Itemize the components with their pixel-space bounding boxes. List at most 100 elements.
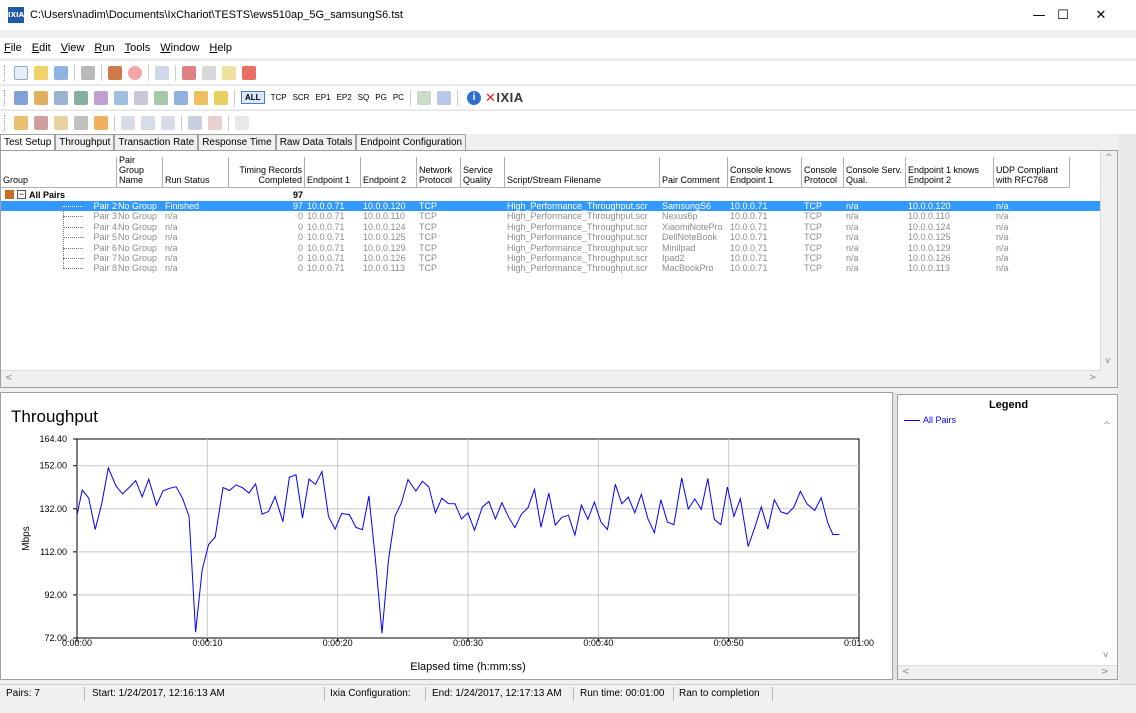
save-icon[interactable] [54,65,68,80]
table-row[interactable]: Pair 6 No Group n/a 0 10.0.0.71 10.0.0.129 TCP… [1,242,1117,253]
run-icon[interactable] [108,65,122,80]
toolbar-grip[interactable] [4,114,7,131]
legend-scroll-down-arrow[interactable]: v [1103,650,1108,660]
menu-view[interactable]: View [61,42,85,54]
print-icon[interactable] [81,65,95,80]
group-row-all-pairs[interactable]: − All Pairs 97 [1,190,1117,200]
col-pair-group-name[interactable]: Pair Group Name [117,155,163,188]
col-run-status[interactable]: Run Status [163,157,229,188]
filter-all-button[interactable]: ALL [241,91,265,104]
tab-raw-data-totals[interactable]: Raw Data Totals [275,134,357,150]
table-row[interactable]: Pair 7 No Group n/a 0 10.0.0.71 10.0.0.126 TCP… [1,253,1117,263]
menu-edit[interactable]: Edit [32,42,51,54]
scroll-left-arrow[interactable]: < [5,373,13,383]
table-row[interactable]: Pair 5 No Group n/a 0 10.0.0.71 10.0.0.125 TCP… [1,232,1117,242]
col-group[interactable]: Group [1,157,117,188]
layout-5-icon[interactable] [208,115,222,130]
cell-console-protocol: TCP [804,211,822,222]
y-tick-label: 164.40 [39,434,67,444]
menu-tools[interactable]: Tools [125,42,151,54]
filter-sq-button[interactable]: SQ [358,93,370,102]
flag-icon[interactable] [94,115,108,130]
stop-icon[interactable] [128,65,142,80]
open-folder-icon[interactable] [34,65,48,80]
edit-icon[interactable] [134,90,148,105]
add-pair-icon[interactable] [14,90,28,105]
filter-scr-button[interactable]: SCR [293,93,310,102]
layout-1-icon[interactable] [121,115,135,130]
run-options-icon[interactable] [194,90,208,105]
scroll-up-arrow[interactable]: ^ [1105,153,1113,163]
tab-test-setup[interactable]: Test Setup [0,134,56,151]
filter-pg-button[interactable]: PG [375,93,387,102]
delete-icon[interactable] [242,65,256,80]
legend-scroll-up-arrow[interactable]: ^ [1103,421,1111,431]
report-icon[interactable] [416,90,431,105]
legend-horizontal-scrollbar[interactable]: < > [898,665,1117,679]
filter-ep2-button[interactable]: EP2 [337,93,352,102]
col-endpoint-1-knows-endpoint-2[interactable]: Endpoint 1 knows Endpoint 2 [906,157,994,188]
col-script-filename[interactable]: Script/Stream Filename [505,157,660,188]
chart-icon[interactable] [154,90,168,105]
toolbar-grip[interactable] [4,64,7,81]
group-icon[interactable] [94,90,108,105]
layout-3-icon[interactable] [161,115,175,130]
info-icon[interactable]: i [466,90,481,105]
col-network-protocol[interactable]: Network Protocol [417,157,461,188]
menu-help[interactable]: Help [209,42,232,54]
poll-icon[interactable] [34,115,48,130]
cell-console-serv-qual: n/a [846,242,859,253]
layout-2-icon[interactable] [141,115,155,130]
col-timing-records[interactable]: Timing Records Completed [229,157,305,188]
col-console-serv-qual[interactable]: Console Serv. Qual. [844,157,906,188]
menu-window[interactable]: Window [160,42,199,54]
network-icon[interactable] [114,90,128,105]
close-button[interactable]: ✕ [1078,0,1124,30]
settings-icon[interactable] [74,115,88,130]
endpoint-icon[interactable] [74,90,88,105]
legend-scroll-right-arrow[interactable]: > [1101,667,1109,677]
tab-response-time[interactable]: Response Time [198,134,276,150]
new-file-icon[interactable] [14,65,28,80]
col-console-knows-endpoint-1[interactable]: Console knows Endpoint 1 [728,157,802,188]
filter-tcp-button[interactable]: TCP [271,93,287,102]
abandon-icon[interactable] [54,115,68,130]
script-icon[interactable] [174,90,188,105]
add-multicast-icon[interactable] [34,90,48,105]
table-row[interactable]: Pair 2 No Group Finished 97 10.0.0.71 10.0.0.… [1,201,1117,211]
cut-icon[interactable] [182,65,196,80]
scroll-down-arrow[interactable]: v [1105,356,1110,366]
filter-pc-button[interactable]: PC [393,93,404,102]
table-vertical-scrollbar[interactable]: ^ v [1100,151,1117,387]
collapse-icon[interactable]: − [17,190,26,199]
scroll-right-arrow[interactable]: > [1089,373,1097,383]
tab-transaction-rate[interactable]: Transaction Rate [114,134,199,150]
tab-throughput[interactable]: Throughput [55,134,115,150]
col-udp-compliant[interactable]: UDP Compliant with RFC768 [994,157,1070,188]
menu-file[interactable]: File [4,42,22,54]
find-icon[interactable] [222,65,236,80]
tab-endpoint-configuration[interactable]: Endpoint Configuration [356,134,467,150]
table-row[interactable]: Pair 3 No Group n/a 0 10.0.0.71 10.0.0.110 TCP… [1,211,1117,222]
col-endpoint-1[interactable]: Endpoint 1 [305,157,361,188]
col-service-quality[interactable]: Service Quality [461,157,505,188]
table-horizontal-scrollbar[interactable]: < > [1,370,1102,387]
test-icon[interactable] [14,115,28,130]
copy-icon[interactable] [155,65,169,80]
export-icon[interactable] [436,90,451,105]
sort-icon[interactable] [214,90,228,105]
edit-pair-icon[interactable] [54,90,68,105]
layout-6-icon[interactable] [235,115,249,130]
filter-ep1-button[interactable]: EP1 [315,93,330,102]
col-pair-comment[interactable]: Pair Comment [660,157,728,188]
paste-icon[interactable] [202,65,216,80]
col-console-protocol[interactable]: Console Protocol [802,157,844,188]
legend-scroll-left-arrow[interactable]: < [902,667,910,677]
table-row[interactable]: Pair 4 No Group n/a 0 10.0.0.71 10.0.0.124 TCP… [1,222,1117,232]
tree-connector [63,206,83,207]
menu-run[interactable]: Run [94,42,114,54]
col-endpoint-2[interactable]: Endpoint 2 [361,157,417,188]
layout-4-icon[interactable] [188,115,202,130]
table-row[interactable]: Pair 8 No Group n/a 0 10.0.0.71 10.0.0.113 TCP… [1,263,1117,273]
toolbar-grip[interactable] [4,89,7,106]
